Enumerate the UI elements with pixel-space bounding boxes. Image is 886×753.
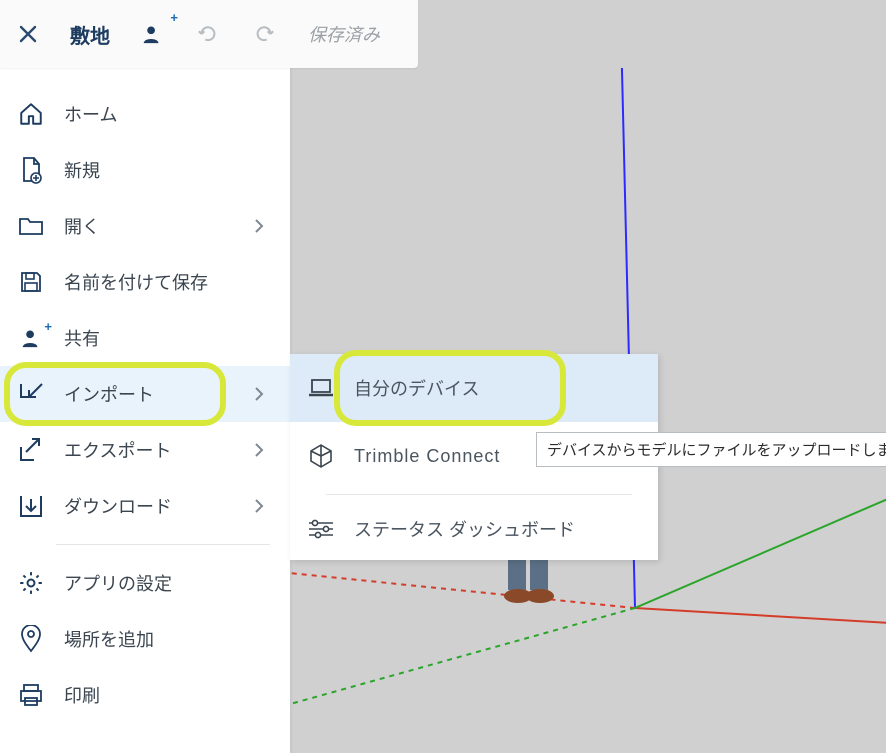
plus-icon: + bbox=[170, 10, 178, 25]
menu-item-print[interactable]: 印刷 bbox=[0, 667, 290, 723]
close-button[interactable] bbox=[8, 14, 48, 54]
submenu-item-my-device[interactable]: 自分のデバイス bbox=[290, 354, 658, 422]
chevron-right-icon bbox=[254, 498, 274, 514]
tooltip-text: デバイスからモデルにファイルをアップロードします。 bbox=[547, 442, 886, 459]
new-file-icon bbox=[16, 155, 46, 185]
menu-label: 共有 bbox=[64, 325, 274, 351]
chevron-right-icon bbox=[254, 442, 274, 458]
menu-item-home[interactable]: ホーム bbox=[0, 86, 290, 142]
menu-label: 場所を追加 bbox=[64, 626, 274, 652]
file-menu: ホーム 新規 開く 名前を付けて保存 + 共有 インポート bbox=[0, 68, 290, 753]
share-icon: + bbox=[16, 323, 46, 353]
submenu-label: Trimble Connect bbox=[354, 446, 500, 467]
download-icon bbox=[16, 491, 46, 521]
menu-item-location[interactable]: 場所を追加 bbox=[0, 611, 290, 667]
menu-label: 新規 bbox=[64, 157, 274, 183]
plus-icon: + bbox=[44, 319, 52, 334]
axis-green bbox=[635, 498, 886, 608]
menu-item-download[interactable]: ダウンロード bbox=[0, 478, 290, 534]
menu-item-save-as[interactable]: 名前を付けて保存 bbox=[0, 254, 290, 310]
submenu-label: 自分のデバイス bbox=[354, 375, 479, 401]
undo-icon bbox=[197, 23, 219, 45]
menu-label: ダウンロード bbox=[64, 493, 254, 519]
folder-icon bbox=[16, 211, 46, 241]
gear-icon bbox=[16, 568, 46, 598]
menu-label: 名前を付けて保存 bbox=[64, 269, 274, 295]
print-icon bbox=[16, 680, 46, 710]
undo-button[interactable] bbox=[188, 14, 228, 54]
share-button[interactable]: + bbox=[132, 14, 172, 54]
submenu-item-status-dashboard[interactable]: ステータス ダッシュボード bbox=[290, 499, 658, 559]
pin-icon bbox=[16, 624, 46, 654]
menu-label: アプリの設定 bbox=[64, 570, 274, 596]
tooltip: デバイスからモデルにファイルをアップロードします。 bbox=[536, 432, 886, 467]
axis-red-neg bbox=[290, 568, 635, 608]
import-icon bbox=[16, 379, 46, 409]
home-icon bbox=[16, 99, 46, 129]
menu-label: 開く bbox=[64, 213, 254, 239]
menu-label: インポート bbox=[64, 381, 254, 407]
menu-label: エクスポート bbox=[64, 437, 254, 463]
chevron-right-icon bbox=[254, 218, 274, 234]
menu-item-open[interactable]: 開く bbox=[0, 198, 290, 254]
menu-item-settings[interactable]: アプリの設定 bbox=[0, 555, 290, 611]
axis-red bbox=[635, 608, 886, 623]
submenu-label: ステータス ダッシュボード bbox=[354, 516, 575, 542]
trimble-connect-icon bbox=[306, 441, 336, 471]
person-icon bbox=[141, 23, 163, 45]
redo-button[interactable] bbox=[244, 14, 284, 54]
export-icon bbox=[16, 435, 46, 465]
menu-item-new[interactable]: 新規 bbox=[0, 142, 290, 198]
menu-divider bbox=[56, 544, 270, 545]
save-icon bbox=[16, 267, 46, 297]
topbar: 敷地 + 保存済み bbox=[0, 0, 418, 68]
menu-item-share[interactable]: + 共有 bbox=[0, 310, 290, 366]
axis-green-neg bbox=[290, 608, 635, 718]
chevron-right-icon bbox=[254, 386, 274, 402]
submenu-divider bbox=[326, 494, 632, 495]
menu-item-export[interactable]: エクスポート bbox=[0, 422, 290, 478]
redo-icon bbox=[253, 23, 275, 45]
menu-item-import[interactable]: インポート bbox=[0, 366, 290, 422]
laptop-icon bbox=[306, 373, 336, 403]
document-title: 敷地 bbox=[64, 20, 116, 49]
menu-label: ホーム bbox=[64, 101, 274, 127]
menu-label: 印刷 bbox=[64, 682, 274, 708]
save-status: 保存済み bbox=[308, 21, 380, 47]
close-icon bbox=[19, 25, 37, 43]
sliders-icon bbox=[306, 514, 336, 544]
